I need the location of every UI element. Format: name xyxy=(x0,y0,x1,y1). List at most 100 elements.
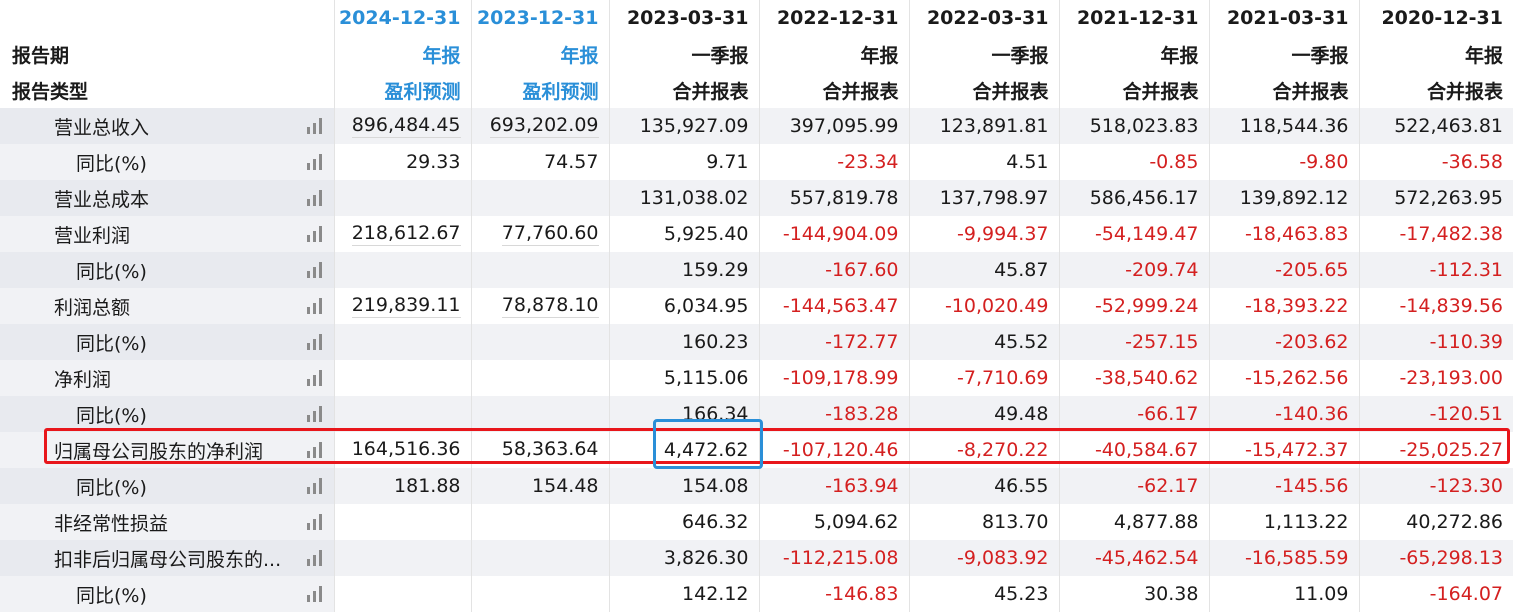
value-cell[interactable]: 49.48 xyxy=(908,396,1059,432)
header-type-cell[interactable]: 盈利预测 xyxy=(333,72,471,108)
value-cell[interactable]: 4,472.62 xyxy=(608,432,759,468)
value-cell[interactable]: -205.65 xyxy=(1208,252,1359,288)
value-cell[interactable]: -54,149.47 xyxy=(1058,216,1209,252)
value-cell[interactable]: -16,585.59 xyxy=(1208,540,1359,576)
value-cell[interactable] xyxy=(333,396,471,432)
value-cell[interactable]: 557,819.78 xyxy=(758,180,909,216)
value-cell[interactable]: 58,363.64 xyxy=(470,432,609,468)
value-cell[interactable] xyxy=(333,540,471,576)
value-cell[interactable]: 1,113.22 xyxy=(1208,504,1359,540)
value-cell[interactable]: 11.09 xyxy=(1208,576,1359,612)
table-row[interactable]: 同比(%) 29.33 74.57 9.71 -23.34 4.51 -0.85 -9.80 -… xyxy=(0,144,1513,180)
header-period-cell[interactable]: 一季报 xyxy=(608,36,759,72)
value-cell[interactable]: 586,456.17 xyxy=(1058,180,1209,216)
value-cell[interactable]: 45.23 xyxy=(908,576,1059,612)
value-cell[interactable]: 135,927.09 xyxy=(608,108,759,144)
bar-chart-icon[interactable] xyxy=(306,154,324,170)
row-label-cell[interactable]: 归属母公司股东的净利润 xyxy=(0,432,334,468)
header-period-cell[interactable]: 年报 xyxy=(758,36,909,72)
value-cell[interactable]: 46.55 xyxy=(908,468,1059,504)
value-cell[interactable]: -18,393.22 xyxy=(1208,288,1359,324)
value-cell[interactable]: 181.88 xyxy=(333,468,471,504)
value-cell[interactable]: -183.28 xyxy=(758,396,909,432)
header-type-cell[interactable]: 合并报表 xyxy=(758,72,909,108)
value-cell[interactable]: -0.85 xyxy=(1058,144,1209,180)
value-cell[interactable] xyxy=(470,576,609,612)
value-cell[interactable]: -109,178.99 xyxy=(758,360,909,396)
value-cell[interactable]: -9,083.92 xyxy=(908,540,1059,576)
row-label-cell[interactable]: 同比(%) xyxy=(0,252,334,288)
header-date-cell[interactable]: 2021-12-31 xyxy=(1058,0,1209,36)
header-period-cell[interactable]: 一季报 xyxy=(908,36,1059,72)
header-date-cell[interactable]: 2021-03-31 xyxy=(1208,0,1359,36)
value-cell[interactable] xyxy=(333,180,471,216)
value-cell[interactable]: -123.30 xyxy=(1358,468,1513,504)
header-date-cell[interactable]: 2023-12-31 xyxy=(470,0,609,36)
value-cell[interactable]: 4.51 xyxy=(908,144,1059,180)
row-label-cell[interactable]: 扣非后归属母公司股东的... xyxy=(0,540,334,576)
table-row[interactable]: 净利润 5,115.06 -109,178.99 -7,710.69 -38,540.6… xyxy=(0,360,1513,396)
value-cell[interactable]: 219,839.11 xyxy=(333,288,471,324)
value-cell[interactable]: 78,878.10 xyxy=(470,288,609,324)
table-row[interactable]: 同比(%) 166.34 -183.28 49.48 -66.17 -140.36 -120… xyxy=(0,396,1513,432)
bar-chart-icon[interactable] xyxy=(306,406,324,422)
value-cell[interactable]: 218,612.67 xyxy=(333,216,471,252)
row-label-cell[interactable]: 营业总成本 xyxy=(0,180,334,216)
header-type-cell[interactable]: 盈利预测 xyxy=(470,72,609,108)
bar-chart-icon[interactable] xyxy=(306,550,324,566)
row-label-cell[interactable]: 同比(%) xyxy=(0,576,334,612)
value-cell[interactable]: 154.08 xyxy=(608,468,759,504)
value-cell[interactable]: -25,025.27 xyxy=(1358,432,1513,468)
value-cell[interactable]: -163.94 xyxy=(758,468,909,504)
value-cell[interactable]: 45.87 xyxy=(908,252,1059,288)
table-row[interactable]: 同比(%) 142.12 -146.83 45.23 30.38 11.09 -164.07 xyxy=(0,576,1513,612)
value-cell[interactable]: -15,472.37 xyxy=(1208,432,1359,468)
row-label-cell[interactable]: 营业利润 xyxy=(0,216,334,252)
bar-chart-icon[interactable] xyxy=(306,586,324,602)
value-cell[interactable]: -10,020.49 xyxy=(908,288,1059,324)
value-cell[interactable]: 896,484.45 xyxy=(333,108,471,144)
header-period-cell[interactable]: 年报 xyxy=(1358,36,1513,72)
value-cell[interactable]: -164.07 xyxy=(1358,576,1513,612)
value-cell[interactable]: 154.48 xyxy=(470,468,609,504)
header-type-cell[interactable]: 合并报表 xyxy=(1208,72,1359,108)
value-cell[interactable]: -9,994.37 xyxy=(908,216,1059,252)
value-cell[interactable]: -145.56 xyxy=(1208,468,1359,504)
row-label-cell[interactable]: 利润总额 xyxy=(0,288,334,324)
value-cell[interactable]: -112,215.08 xyxy=(758,540,909,576)
header-date-cell[interactable]: 2022-03-31 xyxy=(908,0,1059,36)
header-type-cell[interactable]: 合并报表 xyxy=(908,72,1059,108)
value-cell[interactable]: 693,202.09 xyxy=(470,108,609,144)
bar-chart-icon[interactable] xyxy=(306,442,324,458)
value-cell[interactable]: 131,038.02 xyxy=(608,180,759,216)
table-row[interactable]: 非经常性损益 646.32 5,094.62 813.70 4,877.88 1,113.… xyxy=(0,504,1513,540)
bar-chart-icon[interactable] xyxy=(306,262,324,278)
value-cell[interactable]: 142.12 xyxy=(608,576,759,612)
value-cell[interactable]: 522,463.81 xyxy=(1358,108,1513,144)
bar-chart-icon[interactable] xyxy=(306,478,324,494)
value-cell[interactable]: -17,482.38 xyxy=(1358,216,1513,252)
header-period-cell[interactable]: 年报 xyxy=(1058,36,1209,72)
bar-chart-icon[interactable] xyxy=(306,118,324,134)
bar-chart-icon[interactable] xyxy=(306,370,324,386)
value-cell[interactable]: -112.31 xyxy=(1358,252,1513,288)
row-label-cell[interactable]: 同比(%) xyxy=(0,144,334,180)
value-cell[interactable] xyxy=(470,180,609,216)
value-cell[interactable]: 30.38 xyxy=(1058,576,1209,612)
header-type-cell[interactable]: 合并报表 xyxy=(608,72,759,108)
value-cell[interactable]: -107,120.46 xyxy=(758,432,909,468)
table-row[interactable]: 营业总收入 896,484.45 693,202.09 135,927.09 397,0… xyxy=(0,108,1513,144)
header-date-cell[interactable]: 2024-12-31 xyxy=(333,0,471,36)
value-cell[interactable] xyxy=(470,324,609,360)
value-cell[interactable]: -110.39 xyxy=(1358,324,1513,360)
value-cell[interactable]: -23,193.00 xyxy=(1358,360,1513,396)
value-cell[interactable]: 77,760.60 xyxy=(470,216,609,252)
value-cell[interactable]: 9.71 xyxy=(608,144,759,180)
bar-chart-icon[interactable] xyxy=(306,190,324,206)
table-row-highlighted[interactable]: 归属母公司股东的净利润 164,516.36 58,363.64 4,472.62 -1… xyxy=(0,432,1513,468)
row-label-cell[interactable]: 营业总收入 xyxy=(0,108,334,144)
value-cell[interactable]: -9.80 xyxy=(1208,144,1359,180)
value-cell[interactable] xyxy=(333,504,471,540)
value-cell[interactable]: -144,563.47 xyxy=(758,288,909,324)
header-date-cell[interactable]: 2023-03-31 xyxy=(608,0,759,36)
